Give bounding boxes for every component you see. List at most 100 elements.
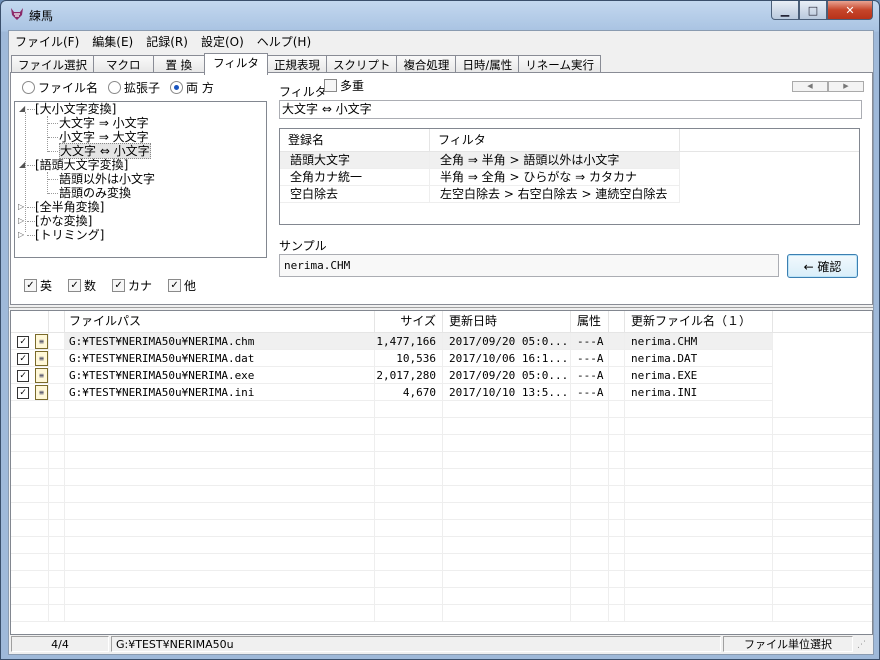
maximize-button[interactable]: □ — [799, 1, 827, 20]
registered-filter-list[interactable]: 登録名 フィルタ 語頭大文字 全角 ⇒ 半角 > 語頭以外は小文字 全角カナ統一… — [279, 128, 860, 225]
tree-group-trimming[interactable]: [トリミング] — [35, 228, 104, 242]
grid-line — [608, 554, 609, 571]
cell-name: 語頭大文字 — [280, 152, 430, 169]
list-item[interactable]: 全角カナ統一 半角 ⇒ 全角 > ひらがな ⇒ カタカナ — [280, 169, 859, 186]
char-type-checks: ✓ 英 ✓ 数 ✓ カナ ✓ 他 — [24, 277, 196, 294]
prev-arrow-button[interactable]: ◀ — [792, 81, 828, 92]
cell-spacer — [49, 333, 65, 350]
grid-line — [570, 435, 571, 452]
tree-expander-icon[interactable]: ▷ — [18, 228, 24, 242]
column-header-path[interactable]: ファイルパス — [65, 311, 375, 332]
next-arrow-button[interactable]: ▶ — [828, 81, 864, 92]
menu-edit[interactable]: 編集(E) — [86, 31, 140, 51]
check-label: 数 — [84, 279, 97, 293]
row-checkbox[interactable]: ✓ — [17, 353, 29, 365]
grid-line — [48, 418, 49, 435]
grid-line — [570, 418, 571, 435]
tree-item-upper-to-lower[interactable]: 大文字 ⇒ 小文字 — [59, 116, 149, 130]
grid-line — [374, 401, 375, 418]
file-edit-icon: ≡ — [35, 334, 48, 349]
tree-group-case[interactable]: [大小文字変換] — [35, 102, 116, 116]
check-numeric[interactable]: ✓ 数 — [68, 277, 96, 294]
grid-line — [442, 503, 443, 520]
tree-item-initial-only[interactable]: 語頭のみ変換 — [59, 186, 131, 200]
checkbox: ✓ — [24, 279, 37, 292]
radio-indicator — [108, 81, 122, 94]
grid-line — [772, 588, 773, 605]
tree-group-width[interactable]: [全半角変換] — [35, 200, 104, 214]
tree-item-swap-case[interactable]: 大文字 ⇔ 小文字 — [59, 143, 151, 159]
tree-group-initial-caps[interactable]: [語頭大文字変換] — [35, 158, 128, 172]
filter-input[interactable]: 大文字 ⇔ 小文字 — [279, 100, 862, 119]
tree-expander-icon[interactable]: ▷ — [18, 200, 24, 214]
list-item[interactable]: 空白除去 左空白除去 > 右空白除去 > 連続空白除去 — [280, 186, 859, 203]
table-row[interactable]: ✓ ≡ G:¥TEST¥NERIMA50u¥NERIMA.exe 2,017,28… — [11, 367, 872, 384]
grid-line — [608, 401, 609, 418]
row-checkbox[interactable]: ✓ — [17, 336, 29, 348]
tree-item-lower-except-initial[interactable]: 語頭以外は小文字 — [59, 172, 155, 186]
grid-line — [570, 503, 571, 520]
column-header-size[interactable]: サイズ — [375, 311, 443, 332]
empty-row — [11, 452, 872, 469]
filter-tree[interactable]: ◢ [大小文字変換] 大文字 ⇒ 小文字 小文字 ⇒ 大文字 大文字 ⇔ 小文字… — [14, 101, 267, 258]
sample-input[interactable]: nerima.CHM — [279, 254, 779, 277]
empty-row — [11, 605, 872, 622]
row-checkbox[interactable]: ✓ — [17, 370, 29, 382]
close-button[interactable]: ✕ — [827, 1, 873, 20]
tab-filter[interactable]: フィルタ — [204, 53, 268, 75]
title-bar[interactable]: 練馬 ▁ □ ✕ — [1, 1, 879, 29]
table-row[interactable]: ✓ ≡ G:¥TEST¥NERIMA50u¥NERIMA.chm 1,477,16… — [11, 333, 872, 350]
radio-label: ファイル名 — [38, 81, 99, 95]
column-header-name[interactable]: 登録名 — [280, 129, 430, 151]
tree-expander-icon[interactable]: ◢ — [19, 158, 25, 172]
menu-settings[interactable]: 設定(O) — [195, 31, 251, 51]
column-header-icon[interactable] — [49, 311, 65, 332]
list-item[interactable]: 語頭大文字 全角 ⇒ 半角 > 語頭以外は小文字 — [280, 152, 859, 169]
table-row[interactable]: ✓ ≡ G:¥TEST¥NERIMA50u¥NERIMA.dat 10,536 2… — [11, 350, 872, 367]
confirm-button[interactable]: ← 確認 — [787, 254, 858, 278]
grid-line — [608, 605, 609, 622]
radio-both[interactable]: 両 方 — [170, 79, 214, 96]
tree-item-lower-to-upper[interactable]: 小文字 ⇒ 大文字 — [59, 130, 149, 144]
cell-date: 2017/10/06 16:1... — [443, 350, 571, 367]
resize-grip-icon[interactable]: ⋰ — [857, 639, 869, 651]
grid-line — [624, 520, 625, 537]
grid-line — [48, 452, 49, 469]
column-header-filter[interactable]: フィルタ — [430, 129, 680, 151]
cell-date: 2017/09/20 05:0... — [443, 333, 571, 350]
maximize-icon: □ — [807, 3, 819, 17]
minimize-icon: ▁ — [780, 3, 790, 17]
column-header-date[interactable]: 更新日時 — [443, 311, 571, 332]
column-header-newname[interactable]: 更新ファイル名（１） — [625, 311, 773, 332]
tree-expander-icon[interactable]: ◢ — [19, 102, 25, 116]
grid-line — [48, 435, 49, 452]
column-header-check[interactable] — [11, 311, 49, 332]
minimize-button[interactable]: ▁ — [771, 1, 799, 20]
cell-spacer — [609, 367, 625, 384]
column-header-spacer[interactable] — [609, 311, 625, 332]
scope-radio-group: ファイル名 拡張子 両 方 — [22, 79, 214, 96]
check-other[interactable]: ✓ 他 — [168, 277, 196, 294]
menu-help[interactable]: ヘルプ(H) — [251, 31, 318, 51]
tree-expander-icon[interactable]: ▷ — [18, 214, 24, 228]
tree-group-kana[interactable]: [かな変換] — [35, 214, 92, 228]
grid-line — [442, 537, 443, 554]
grid-line — [48, 520, 49, 537]
multi-checkbox[interactable]: 多重 — [324, 77, 364, 94]
filter-tab-panel: ファイル名 拡張子 両 方 ◢ [大小文字変換] 大文字 ⇒ 小文字 小文字 ⇒… — [10, 72, 873, 305]
column-header-attr[interactable]: 属性 — [571, 311, 609, 332]
menu-file[interactable]: ファイル(F) — [9, 31, 86, 51]
tree-line — [47, 172, 48, 194]
arrow-left-icon: ◀ — [807, 82, 813, 90]
grid-line — [608, 588, 609, 605]
row-checkbox[interactable]: ✓ — [17, 387, 29, 399]
file-list[interactable]: ファイルパス サイズ 更新日時 属性 更新ファイル名（１） ✓ ≡ G:¥TEST… — [10, 310, 873, 635]
radio-extension[interactable]: 拡張子 — [108, 79, 160, 96]
check-kana[interactable]: ✓ カナ — [112, 277, 152, 294]
app-window: 練馬 ▁ □ ✕ ファイル(F) 編集(E) 記録(R) 設定(O) ヘルプ(H… — [0, 0, 880, 660]
menu-record[interactable]: 記録(R) — [140, 31, 195, 51]
check-alpha[interactable]: ✓ 英 — [24, 277, 52, 294]
radio-filename[interactable]: ファイル名 — [22, 79, 98, 96]
table-row[interactable]: ✓ ≡ G:¥TEST¥NERIMA50u¥NERIMA.ini 4,670 20… — [11, 384, 872, 401]
tree-line — [48, 193, 58, 194]
